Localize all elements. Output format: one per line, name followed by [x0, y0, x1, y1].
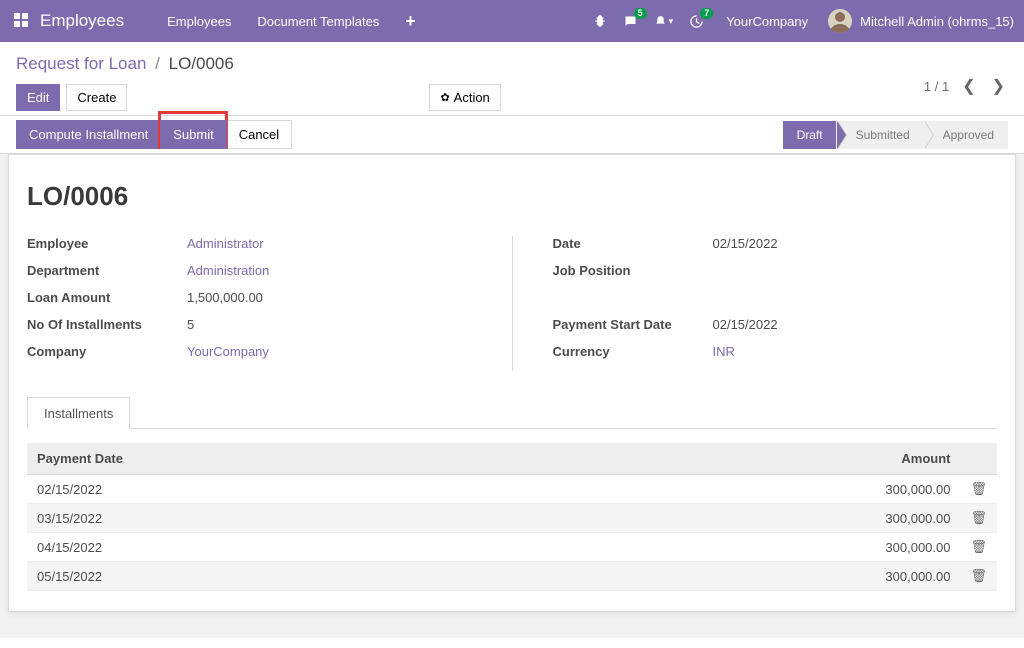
field-value[interactable]: INR	[713, 344, 735, 359]
field-label: Currency	[553, 344, 713, 359]
trash-icon[interactable]: 🗑	[970, 539, 987, 554]
form-sheet: LO/0006 EmployeeAdministratorDepartmentA…	[8, 154, 1016, 612]
action-bar: Compute Installment Submit Cancel Draft …	[0, 115, 1024, 154]
messages-icon[interactable]: 5	[623, 14, 638, 29]
table-row[interactable]: 05/15/2022300,000.00 🗑	[27, 562, 997, 591]
field-label: Job Position	[553, 263, 713, 278]
pager-next-icon[interactable]: ❯	[989, 76, 1008, 96]
pager-text: 1 / 1	[924, 79, 949, 94]
trash-icon[interactable]: 🗑	[970, 510, 987, 525]
field-label: Employee	[27, 236, 187, 251]
tab-strip: Installments	[27, 397, 997, 429]
field-col-right: Date02/15/2022Job Position Payment Start…	[553, 236, 998, 371]
field-value: 1,500,000.00	[187, 290, 263, 305]
col-payment-date[interactable]: Payment Date	[27, 443, 545, 475]
messages-badge: 5	[634, 8, 647, 19]
company-name[interactable]: YourCompany	[726, 14, 808, 29]
cell-payment-date: 04/15/2022	[27, 533, 545, 562]
app-switcher-icon[interactable]	[14, 13, 30, 29]
app-name[interactable]: Employees	[40, 11, 124, 31]
field-label: Loan Amount	[27, 290, 187, 305]
field-label: Company	[27, 344, 187, 359]
top-navbar: Employees Employees Document Templates +…	[0, 0, 1024, 42]
col-amount[interactable]: Amount	[545, 443, 961, 475]
action-button[interactable]: ✿ Action	[429, 84, 500, 111]
user-menu[interactable]: Mitchell Admin (ohrms_15)	[828, 9, 1014, 33]
create-button[interactable]: Create	[66, 84, 127, 111]
status-bar: Draft Submitted Approved	[784, 121, 1008, 149]
trash-icon[interactable]: 🗑	[970, 481, 987, 496]
submit-button[interactable]: Submit	[160, 120, 226, 149]
field-label: No Of Installments	[27, 317, 187, 332]
status-step-draft[interactable]: Draft	[783, 121, 837, 149]
avatar	[828, 9, 852, 33]
field-col-left: EmployeeAdministratorDepartmentAdministr…	[27, 236, 472, 371]
table-row[interactable]: 03/15/2022300,000.00 🗑	[27, 504, 997, 533]
nav-link-employees[interactable]: Employees	[167, 14, 231, 29]
cell-amount: 300,000.00	[545, 533, 961, 562]
breadcrumb: Request for Loan / LO/0006	[16, 54, 501, 74]
status-step-submitted[interactable]: Submitted	[836, 121, 924, 149]
pager: 1 / 1 ❮ ❯	[924, 76, 1008, 96]
field-label: Payment Start Date	[553, 317, 713, 332]
cell-payment-date: 02/15/2022	[27, 475, 545, 504]
cell-amount: 300,000.00	[545, 562, 961, 591]
cancel-button[interactable]: Cancel	[226, 120, 292, 149]
nav-link-document-templates[interactable]: Document Templates	[257, 14, 379, 29]
breadcrumb-current: LO/0006	[169, 54, 234, 73]
nav-add-icon[interactable]: +	[405, 11, 416, 32]
user-name: Mitchell Admin (ohrms_15)	[860, 14, 1014, 29]
tab-installments[interactable]: Installments	[27, 397, 130, 429]
cell-amount: 300,000.00	[545, 475, 961, 504]
table-row[interactable]: 04/15/2022300,000.00 🗑	[27, 533, 997, 562]
breadcrumb-parent[interactable]: Request for Loan	[16, 54, 146, 73]
cell-amount: 300,000.00	[545, 504, 961, 533]
field-grid: EmployeeAdministratorDepartmentAdministr…	[27, 236, 997, 371]
clock-icon[interactable]: 7	[689, 14, 704, 29]
edit-button[interactable]: Edit	[16, 84, 60, 111]
installments-table: Payment Date Amount 02/15/2022300,000.00…	[27, 443, 997, 591]
pager-prev-icon[interactable]: ❮	[959, 76, 978, 96]
cell-payment-date: 03/15/2022	[27, 504, 545, 533]
compute-installment-button[interactable]: Compute Installment	[16, 120, 161, 149]
record-title: LO/0006	[27, 181, 997, 212]
field-label: Department	[27, 263, 187, 278]
clock-badge: 7	[700, 8, 713, 19]
cell-payment-date: 05/15/2022	[27, 562, 545, 591]
field-value: 02/15/2022	[713, 317, 778, 332]
field-value: 5	[187, 317, 194, 332]
gear-icon: ✿	[440, 91, 449, 104]
table-row[interactable]: 02/15/2022300,000.00 🗑	[27, 475, 997, 504]
bell-icon[interactable]: ▾	[654, 15, 674, 28]
field-value[interactable]: YourCompany	[187, 344, 269, 359]
status-step-approved[interactable]: Approved	[923, 121, 1008, 149]
field-value[interactable]: Administration	[187, 263, 269, 278]
control-bar: Request for Loan / LO/0006 Edit Create ✿…	[0, 42, 1024, 111]
field-value: 02/15/2022	[713, 236, 778, 251]
trash-icon[interactable]: 🗑	[970, 568, 987, 583]
field-value[interactable]: Administrator	[187, 236, 264, 251]
bug-icon[interactable]	[593, 14, 607, 28]
field-label: Date	[553, 236, 713, 251]
